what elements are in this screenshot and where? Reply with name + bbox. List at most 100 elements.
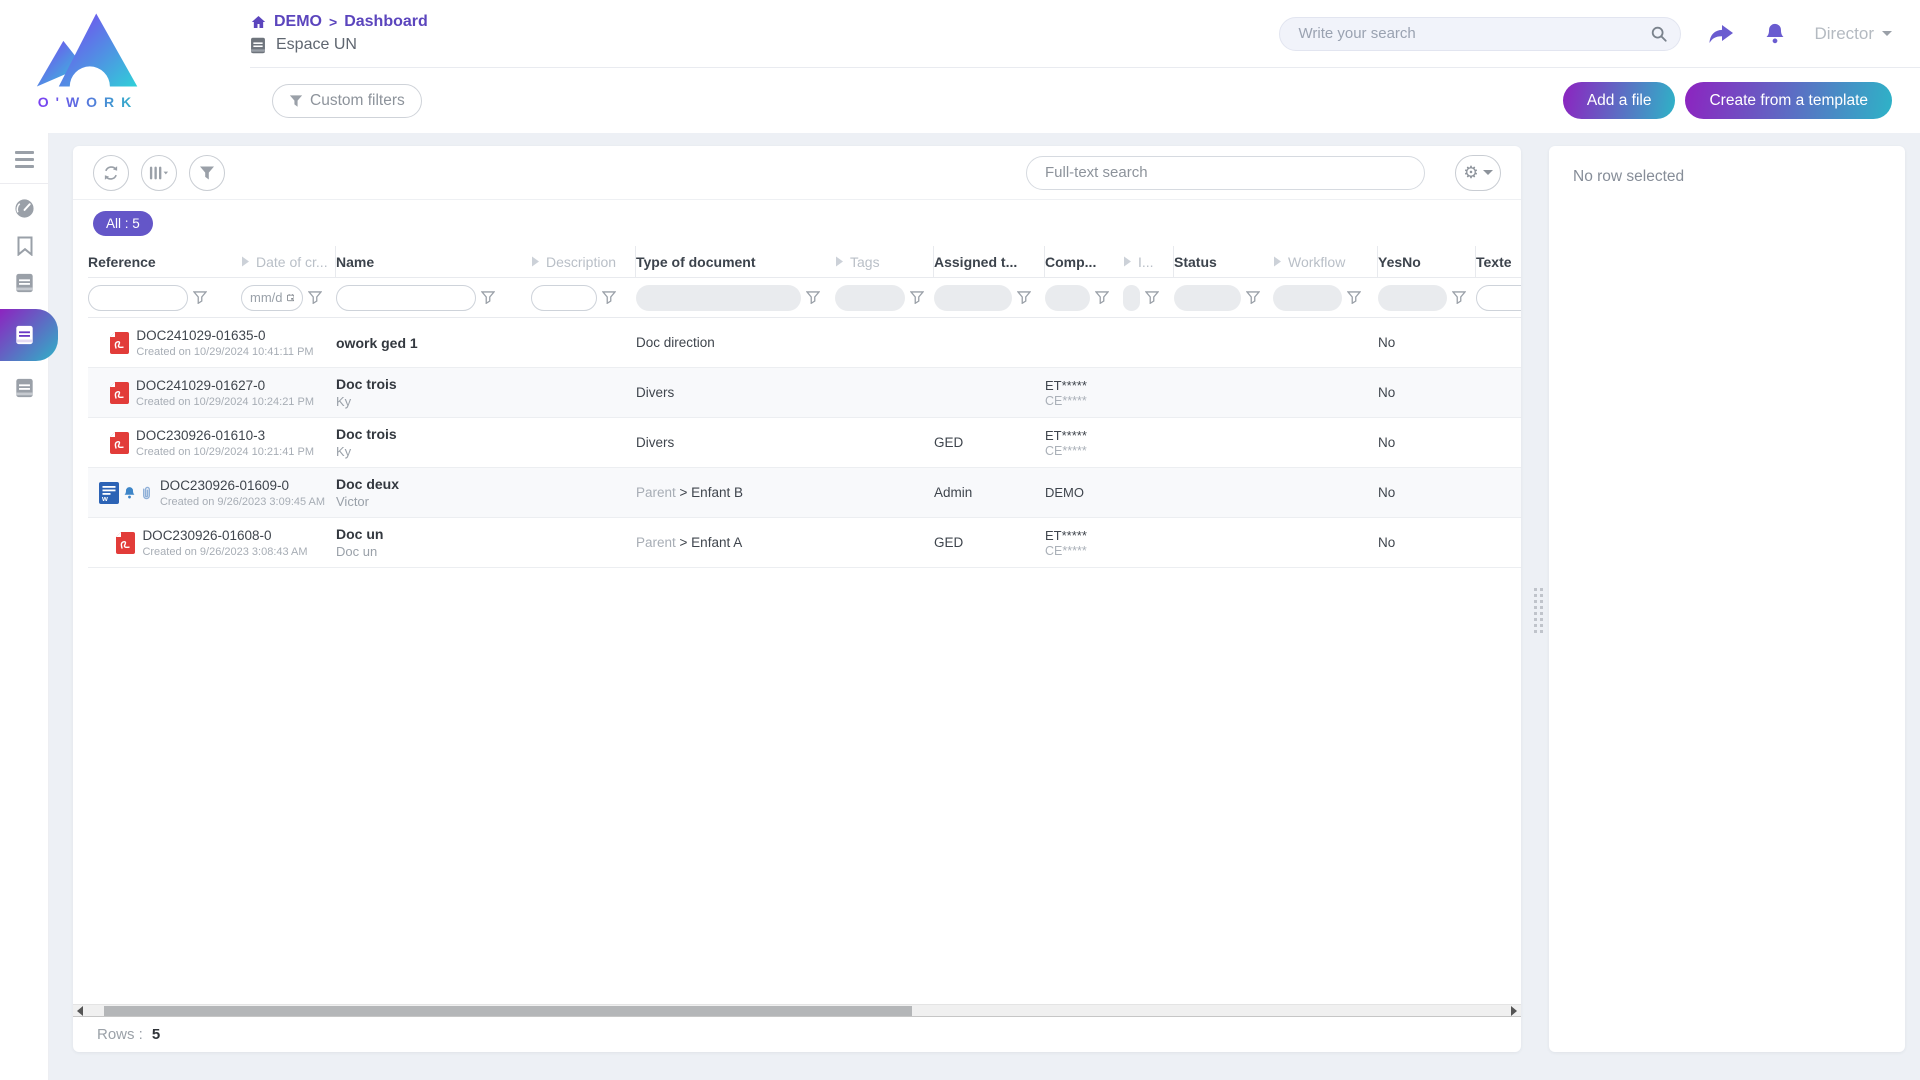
sidebar-item-bookmarks[interactable] — [0, 227, 49, 264]
cell-status — [1174, 418, 1273, 467]
column-label: I... — [1138, 254, 1154, 270]
breadcrumb-root[interactable]: DEMO — [274, 13, 322, 31]
home-icon[interactable] — [250, 14, 267, 30]
sidebar-item-archives[interactable] — [0, 369, 49, 406]
filter-input-name[interactable] — [336, 285, 476, 311]
type-parent[interactable]: Parent — [636, 485, 676, 500]
doc-subtitle: Ky — [336, 444, 531, 459]
filter-menu-button-yesno[interactable] — [1452, 291, 1466, 304]
rows-count: 5 — [152, 1026, 160, 1043]
table-row[interactable]: wDOC230926-01609-0Created on 9/26/2023 3… — [88, 468, 1521, 518]
filter-select-i[interactable] — [1123, 285, 1140, 311]
horizontal-scrollbar[interactable] — [73, 1004, 1521, 1017]
filter-button[interactable] — [189, 155, 225, 191]
yesno-text: No — [1378, 485, 1476, 500]
filter-select-assigned[interactable] — [934, 285, 1012, 311]
filter-select-workflow[interactable] — [1273, 285, 1342, 311]
add-file-button[interactable]: Add a file — [1563, 82, 1676, 119]
search-icon[interactable] — [1650, 25, 1668, 43]
filter-input-texte[interactable] — [1476, 285, 1521, 311]
filter-menu-button-i[interactable] — [1145, 291, 1159, 304]
tab-all-badge[interactable]: All : 5 — [93, 211, 153, 236]
bell-icon[interactable] — [1764, 22, 1786, 46]
share-icon[interactable] — [1708, 22, 1734, 46]
filter-menu-button-workflow[interactable] — [1347, 291, 1361, 304]
column-label: Tags — [850, 254, 880, 270]
filter-menu-button-tags[interactable] — [910, 291, 924, 304]
table-row[interactable]: DOC230926-01610-3Created on 10/29/2024 1… — [88, 418, 1521, 468]
filter-menu-button-comp[interactable] — [1095, 291, 1109, 304]
reference-text: DOC241029-01627-0 — [136, 378, 314, 393]
filter-select-type[interactable] — [636, 285, 801, 311]
filter-menu-button-name[interactable] — [481, 291, 495, 304]
breadcrumb-current[interactable]: Dashboard — [344, 13, 428, 31]
cell-workflow — [1273, 368, 1378, 417]
brand-name: O'WORK — [38, 94, 139, 110]
cell-yesno: No — [1378, 518, 1476, 567]
filter-input-description[interactable] — [531, 285, 597, 311]
filter-cell-status — [1174, 278, 1273, 317]
cell-texte — [1476, 368, 1521, 417]
assigned-text: Admin — [934, 485, 1045, 500]
column-header-type[interactable]: Type of document — [636, 246, 835, 277]
column-header-workflow[interactable]: Workflow — [1273, 246, 1378, 277]
column-header-description[interactable]: Description — [531, 246, 636, 277]
filter-menu-button-status[interactable] — [1246, 291, 1260, 304]
filter-cell-workflow — [1273, 278, 1378, 317]
custom-filters-button[interactable]: Custom filters — [272, 84, 422, 118]
column-header-i[interactable]: I... — [1123, 246, 1174, 277]
sidebar-item-documents[interactable] — [0, 264, 49, 301]
column-header-name[interactable]: Name — [336, 246, 531, 277]
column-label: Comp... — [1045, 254, 1096, 270]
global-search-input[interactable] — [1298, 25, 1650, 42]
filter-cell-description — [531, 278, 636, 317]
user-menu[interactable]: Director — [1814, 24, 1892, 44]
sidebar-item-ged-active[interactable] — [0, 309, 58, 361]
filter-menu-button-assigned[interactable] — [1017, 291, 1031, 304]
column-header-date[interactable]: Date of cr... — [241, 246, 336, 277]
filter-menu-button-reference[interactable] — [193, 291, 207, 304]
filter-select-tags[interactable] — [835, 285, 905, 311]
table-settings-button[interactable]: ⚙ — [1455, 155, 1501, 191]
scrollbar-thumb[interactable] — [104, 1006, 912, 1016]
column-header-status[interactable]: Status — [1174, 246, 1273, 277]
global-search[interactable] — [1279, 17, 1681, 51]
column-header-texte[interactable]: Texte — [1476, 246, 1521, 277]
create-from-template-button[interactable]: Create from a template — [1685, 82, 1892, 119]
table-row[interactable]: DOC241029-01627-0Created on 10/29/2024 1… — [88, 368, 1521, 418]
type-main: Divers — [636, 435, 835, 450]
cell-type: Divers — [636, 368, 835, 417]
filter-menu-button-description[interactable] — [602, 291, 616, 304]
column-header-yesno[interactable]: YesNo — [1378, 246, 1476, 277]
calendar-icon — [287, 291, 295, 304]
table-row[interactable]: DOC230926-01608-0Created on 9/26/2023 3:… — [88, 518, 1521, 568]
column-label: Type of document — [636, 254, 756, 270]
cell-name: Doc deuxVictor — [336, 468, 531, 517]
columns-button[interactable] — [141, 155, 177, 191]
column-header-reference[interactable]: Reference — [88, 246, 241, 277]
sidebar-item-dashboard[interactable] — [0, 190, 49, 227]
column-header-assigned[interactable]: Assigned t... — [934, 246, 1045, 277]
panel-splitter-handle[interactable] — [1534, 588, 1543, 633]
app-logo[interactable]: O'WORK — [18, 8, 158, 120]
scroll-right-arrow[interactable] — [1511, 1006, 1517, 1016]
reference-text: DOC230926-01610-3 — [136, 428, 314, 443]
filter-select-comp[interactable] — [1045, 285, 1090, 311]
fulltext-search-input[interactable] — [1045, 164, 1406, 181]
type-parent[interactable]: Parent — [636, 535, 676, 550]
filter-input-date[interactable]: mm/d — [241, 285, 303, 311]
filter-select-status[interactable] — [1174, 285, 1241, 311]
column-header-comp[interactable]: Comp... — [1045, 246, 1123, 277]
filter-menu-button-date[interactable] — [308, 291, 322, 304]
sidebar-menu-toggle[interactable] — [0, 141, 49, 177]
filter-input-reference[interactable] — [88, 285, 188, 311]
sidebar-divider — [0, 183, 48, 184]
refresh-button[interactable] — [93, 155, 129, 191]
column-header-tags[interactable]: Tags — [835, 246, 934, 277]
cell-yesno: No — [1378, 468, 1476, 517]
filter-menu-button-type[interactable] — [806, 291, 820, 304]
fulltext-search[interactable] — [1026, 156, 1425, 190]
table-row[interactable]: DOC241029-01635-0Created on 10/29/2024 1… — [88, 318, 1521, 368]
scroll-left-arrow[interactable] — [77, 1006, 83, 1016]
filter-select-yesno[interactable] — [1378, 285, 1447, 311]
